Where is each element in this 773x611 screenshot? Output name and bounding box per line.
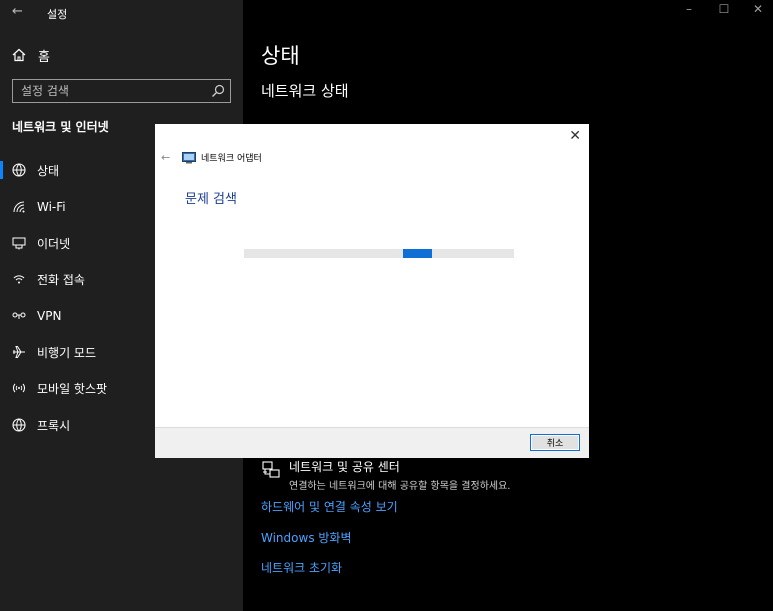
home-nav-item[interactable]: 홈 xyxy=(12,45,50,65)
back-button[interactable]: ← xyxy=(12,4,23,19)
vpn-icon xyxy=(12,312,26,319)
dialup-icon xyxy=(13,275,25,284)
sidebar-item-label: 이더넷 xyxy=(37,236,71,251)
dialog-app-header: 네트워크 어댑터 xyxy=(182,151,262,164)
minimize-button[interactable]: – xyxy=(679,2,699,16)
page-title: 상태 xyxy=(261,44,300,68)
search-box[interactable] xyxy=(12,79,231,103)
progress-bar xyxy=(244,249,514,258)
sidebar-item-label: 모바일 핫스팟 xyxy=(37,381,108,396)
dialog-close-button[interactable]: ✕ xyxy=(569,128,581,144)
dialog-heading: 문제 검색 xyxy=(185,192,237,207)
sidebar-item-label: 상태 xyxy=(37,163,60,178)
sharing-center-link[interactable]: 네트워크 및 공유 센터 연결하는 네트워크에 대해 공유할 항목을 결정하세요… xyxy=(261,458,510,492)
dialog-app-title: 네트워크 어댑터 xyxy=(201,154,262,164)
close-window-button[interactable]: ✕ xyxy=(748,2,768,16)
dialog-footer: 취소 xyxy=(155,427,589,458)
sidebar-item-label: 전화 접속 xyxy=(37,272,85,287)
sidebar-item-label: 프록시 xyxy=(37,418,71,433)
troubleshooter-dialog: ✕ ← 네트워크 어댑터 문제 검색 취소 xyxy=(155,124,589,458)
network-adapter-icon xyxy=(182,151,196,163)
section-title: 네트워크 및 인터넷 xyxy=(12,120,109,134)
ethernet-icon xyxy=(12,237,26,250)
page-subtitle: 네트워크 상태 xyxy=(261,82,349,100)
cancel-button[interactable]: 취소 xyxy=(530,434,580,451)
maximize-button[interactable]: ☐ xyxy=(714,2,734,16)
hotspot-icon xyxy=(13,383,25,393)
network-reset-link[interactable]: 네트워크 초기화 xyxy=(261,559,342,576)
sidebar-item-label: 비행기 모드 xyxy=(37,345,97,360)
wifi-icon xyxy=(13,201,25,213)
sidebar-item-label: VPN xyxy=(37,309,62,323)
globe-icon xyxy=(12,418,26,432)
dialog-back-button[interactable]: ← xyxy=(161,151,170,164)
hardware-properties-link[interactable]: 하드웨어 및 연결 속성 보기 xyxy=(261,498,398,515)
sharing-center-description: 연결하는 네트워크에 대해 공유할 항목을 결정하세요. xyxy=(289,481,511,492)
home-icon xyxy=(12,48,26,62)
search-icon[interactable] xyxy=(210,83,226,99)
search-input[interactable] xyxy=(13,80,203,102)
network-sharing-icon xyxy=(262,461,280,478)
globe-status-icon xyxy=(12,163,26,177)
airplane-icon xyxy=(13,346,25,358)
sharing-center-title: 네트워크 및 공유 센터 xyxy=(289,460,400,474)
firewall-link[interactable]: Windows 방화벽 xyxy=(261,529,352,546)
sidebar-item-label: Wi-Fi xyxy=(37,200,66,214)
window-title: 설정 xyxy=(47,8,68,21)
progress-indicator xyxy=(403,249,432,258)
home-label: 홈 xyxy=(38,49,50,65)
